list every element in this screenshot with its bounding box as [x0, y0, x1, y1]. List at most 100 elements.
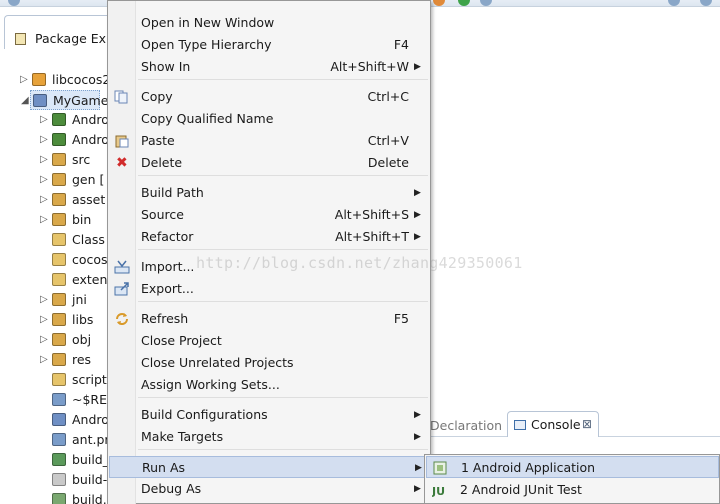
collapse-arrow-icon[interactable]: ◢ — [21, 91, 29, 111]
menu-item-refresh[interactable]: Refresh F5 — [109, 308, 430, 330]
tree-item[interactable]: ▷ src — [0, 150, 107, 170]
menu-item-close-unrelated-projects[interactable]: Close Unrelated Projects — [109, 352, 430, 374]
menu-item-shortcut: Ctrl+V — [367, 133, 409, 148]
toolbar-icon[interactable] — [480, 0, 492, 6]
menu-separator — [138, 449, 428, 450]
menu-item-label: Run As — [142, 460, 186, 475]
menu-item-paste[interactable]: Paste Ctrl+V — [109, 130, 430, 152]
tree-item[interactable]: ▷ gen [ — [0, 170, 107, 190]
menu-item-run-as[interactable]: Run As ▶ — [109, 456, 430, 478]
menu-item-debug-as[interactable]: Debug As ▶ — [109, 478, 430, 500]
tab-console[interactable]: Console ⊠ — [507, 411, 599, 437]
tree-item[interactable]: ▷ jni — [0, 290, 107, 310]
menu-item-copy-qualified-name[interactable]: Copy Qualified Name — [109, 108, 430, 130]
tree-item[interactable]: ▷ libs — [0, 310, 107, 330]
menu-item-build-path[interactable]: Build Path ▶ — [109, 182, 430, 204]
menu-item-assign-working-sets[interactable]: Assign Working Sets... — [109, 374, 430, 396]
menu-item-make-targets[interactable]: Make Targets ▶ — [109, 426, 430, 448]
expand-arrow-icon[interactable]: ▷ — [40, 330, 48, 350]
menu-item-open-type-hierarchy[interactable]: Open Type Hierarchy F4 — [109, 34, 430, 56]
tree-item[interactable]: script — [0, 370, 107, 390]
tree-item[interactable]: exten — [0, 270, 107, 290]
project-icon — [33, 94, 47, 107]
expand-arrow-icon[interactable]: ▷ — [40, 150, 48, 170]
menu-item-build-configurations[interactable]: Build Configurations ▶ — [109, 404, 430, 426]
submenu-item-label: 2 Android JUnit Test — [460, 482, 582, 497]
menu-separator — [138, 79, 428, 80]
menu-item-refactor[interactable]: Refactor Alt+Shift+T ▶ — [109, 226, 430, 248]
tree-item-label: ant.pr — [72, 432, 108, 447]
toolbar-icon[interactable] — [700, 0, 712, 6]
folder-icon — [52, 213, 66, 226]
tree-item[interactable]: build_ — [0, 450, 108, 470]
android-application-icon — [433, 461, 447, 475]
expand-arrow-icon[interactable]: ▷ — [40, 210, 48, 230]
tree-item[interactable]: ▷ bin — [0, 210, 107, 230]
tree-item[interactable]: ant.pr — [0, 430, 108, 450]
tree-item[interactable]: ▷ Andro — [0, 110, 107, 130]
folder-icon — [52, 313, 66, 326]
menu-item-export[interactable]: Export... — [109, 278, 430, 300]
expand-arrow-icon[interactable]: ▷ — [40, 290, 48, 310]
menu-item-label: Source — [141, 207, 184, 222]
tree-item[interactable]: ▷ libcocos2 — [0, 70, 107, 90]
tree-item-label: cocos — [72, 252, 108, 267]
toolbar-icon[interactable] — [458, 0, 470, 6]
menu-item-label: Delete — [141, 155, 183, 170]
toolbar-icon[interactable] — [433, 0, 445, 6]
folder-icon — [52, 133, 66, 146]
tree-item[interactable]: build- — [0, 470, 107, 490]
bottom-panel-tabs: Declaration Console ⊠ — [430, 411, 720, 437]
expand-arrow-icon[interactable]: ▷ — [40, 130, 48, 150]
expand-arrow-icon[interactable]: ▷ — [40, 310, 48, 330]
package-explorer-tab[interactable]: Package Explo — [4, 15, 107, 49]
expand-arrow-icon[interactable]: ▷ — [40, 170, 48, 190]
tree-item-label: build. — [72, 492, 107, 504]
tree-item[interactable]: ▷ res — [0, 350, 107, 370]
menu-item-label: Close Project — [141, 333, 222, 348]
folder-icon — [52, 113, 66, 126]
tree-item-label: build_ — [72, 452, 108, 467]
menu-item-show-in[interactable]: Show In Alt+Shift+W ▶ — [109, 56, 430, 78]
expand-arrow-icon[interactable]: ▷ — [40, 350, 48, 370]
menu-item-open-in-new-window[interactable]: Open in New Window — [109, 12, 430, 34]
tree-item-label: obj — [72, 332, 92, 347]
menu-item-close-project[interactable]: Close Project — [109, 330, 430, 352]
tree-item[interactable]: Andro — [0, 410, 107, 430]
file-icon — [52, 273, 66, 286]
close-icon[interactable]: ⊠ — [582, 417, 592, 431]
menu-item-source[interactable]: Source Alt+Shift+S ▶ — [109, 204, 430, 226]
menu-item-label: Export... — [141, 281, 194, 296]
tree-item[interactable]: ◢ MyGame — [21, 90, 107, 110]
tree-item[interactable]: ▷ obj — [0, 330, 107, 350]
expand-arrow-icon[interactable]: ▷ — [40, 190, 48, 210]
expand-arrow-icon[interactable]: ▷ — [40, 110, 48, 130]
watermark-text: http://blog.csdn.net/zhang429350061 — [196, 254, 523, 272]
tree-item[interactable]: ▷ asset — [0, 190, 107, 210]
tree-item[interactable]: cocos — [0, 250, 108, 270]
menu-item-label: Copy — [141, 89, 173, 104]
tree-item[interactable]: build. — [0, 490, 107, 504]
toolbar-icon[interactable] — [8, 0, 20, 6]
submenu-arrow-icon: ▶ — [414, 188, 421, 198]
tree-item[interactable]: ▷ Andro — [0, 130, 107, 150]
tree-item[interactable]: Class — [0, 230, 107, 250]
tree-item[interactable]: ~$RE — [0, 390, 107, 410]
file-icon — [52, 373, 66, 386]
menu-item-delete[interactable]: ✖ Delete Delete — [109, 152, 430, 174]
run-as-android-junit-test[interactable]: JU 2 Android JUnit Test — [426, 479, 719, 501]
tree-item-label: bin — [72, 212, 92, 227]
file-icon — [52, 473, 66, 486]
refresh-icon — [114, 312, 130, 326]
file-icon — [52, 433, 66, 446]
menu-item-copy[interactable]: Copy Ctrl+C — [109, 86, 430, 108]
expand-arrow-icon[interactable]: ▷ — [20, 70, 28, 90]
folder-icon — [52, 153, 66, 166]
tab-declaration[interactable]: Declaration — [430, 415, 502, 437]
toolbar-icon[interactable] — [668, 0, 680, 6]
run-as-android-application[interactable]: 1 Android Application — [426, 456, 719, 478]
package-explorer-panel: Package Explo ▷ libcocos2 ◢ MyGame ▷ Andro ▷ An… — [0, 7, 108, 504]
menu-item-shortcut: Alt+Shift+T — [335, 229, 409, 244]
package-explorer-icon — [15, 33, 26, 45]
menu-item-shortcut: F4 — [393, 37, 409, 52]
